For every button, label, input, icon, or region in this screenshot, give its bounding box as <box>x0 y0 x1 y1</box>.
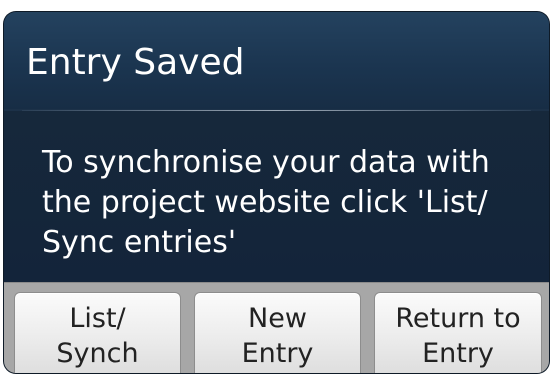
dialog-message: To synchronise your data with the projec… <box>42 145 490 260</box>
dialog-title: Entry Saved <box>26 42 245 83</box>
dialog-button-bar: List/ Synch New Entry Return to Entry <box>4 282 549 373</box>
entry-saved-dialog: Entry Saved To synchronise your data wit… <box>4 12 549 373</box>
dialog-header: Entry Saved <box>4 12 549 109</box>
list-sync-button[interactable]: List/ Synch <box>14 292 181 373</box>
return-to-entry-button[interactable]: Return to Entry <box>374 292 542 373</box>
new-entry-button[interactable]: New Entry <box>194 292 361 373</box>
dialog-body: To synchronise your data with the projec… <box>4 111 549 282</box>
